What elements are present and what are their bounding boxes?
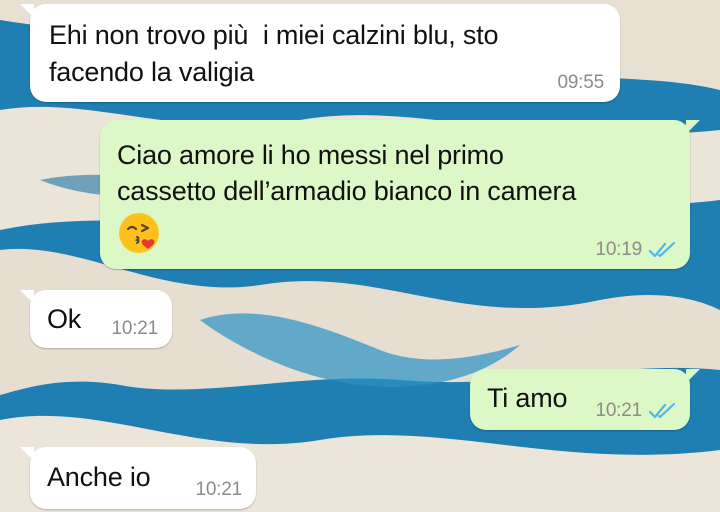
message-text-line: facendo la valigia: [49, 57, 255, 87]
message-timestamp: 10:19: [595, 239, 642, 260]
double-check-read-icon: [648, 241, 676, 258]
message-meta: 10:21: [195, 480, 242, 500]
message-meta: 10:21: [595, 401, 676, 421]
message-meta: 09:55: [557, 73, 604, 93]
message-bubble-incoming[interactable]: Ehi non trovo più i miei calzini blu, st…: [20, 4, 620, 102]
bubble-tail: [20, 4, 34, 18]
message-bubble-outgoing[interactable]: Ti amo 10:21: [470, 369, 700, 430]
message-timestamp: 09:55: [557, 72, 604, 93]
message-bubble-incoming[interactable]: Anche io 10:21: [20, 447, 256, 509]
face-blowing-a-kiss-icon: [119, 213, 159, 253]
message-bubble-incoming[interactable]: Ok 10:21: [20, 290, 172, 348]
message-meta: 10:21: [111, 319, 158, 339]
bubble-tail: [686, 120, 700, 134]
message-text-line: Anche io: [47, 462, 151, 492]
message-timestamp: 10:21: [195, 479, 242, 500]
message-bubble-outgoing[interactable]: Ciao amore li ho messi nel primo cassett…: [100, 120, 700, 269]
bubble-tail: [686, 369, 700, 383]
double-check-read-icon: [648, 402, 676, 419]
bubble-tail: [20, 447, 34, 461]
message-meta: 10:19: [595, 240, 676, 260]
message-text-line: Ti amo: [487, 383, 568, 413]
message-timestamp: 10:21: [111, 318, 158, 339]
chat-messages[interactable]: Ehi non trovo più i miei calzini blu, st…: [0, 0, 720, 512]
message-timestamp: 10:21: [595, 400, 642, 421]
message-text-line: Ok: [47, 304, 82, 334]
message-text-line: Ehi non trovo più i miei calzini blu, st…: [49, 20, 499, 50]
bubble-tail: [20, 290, 34, 304]
message-text-line: Ciao amore li ho messi nel primo: [117, 140, 504, 170]
message-text-line: cassetto dell’armadio bianco in camera: [117, 176, 577, 206]
